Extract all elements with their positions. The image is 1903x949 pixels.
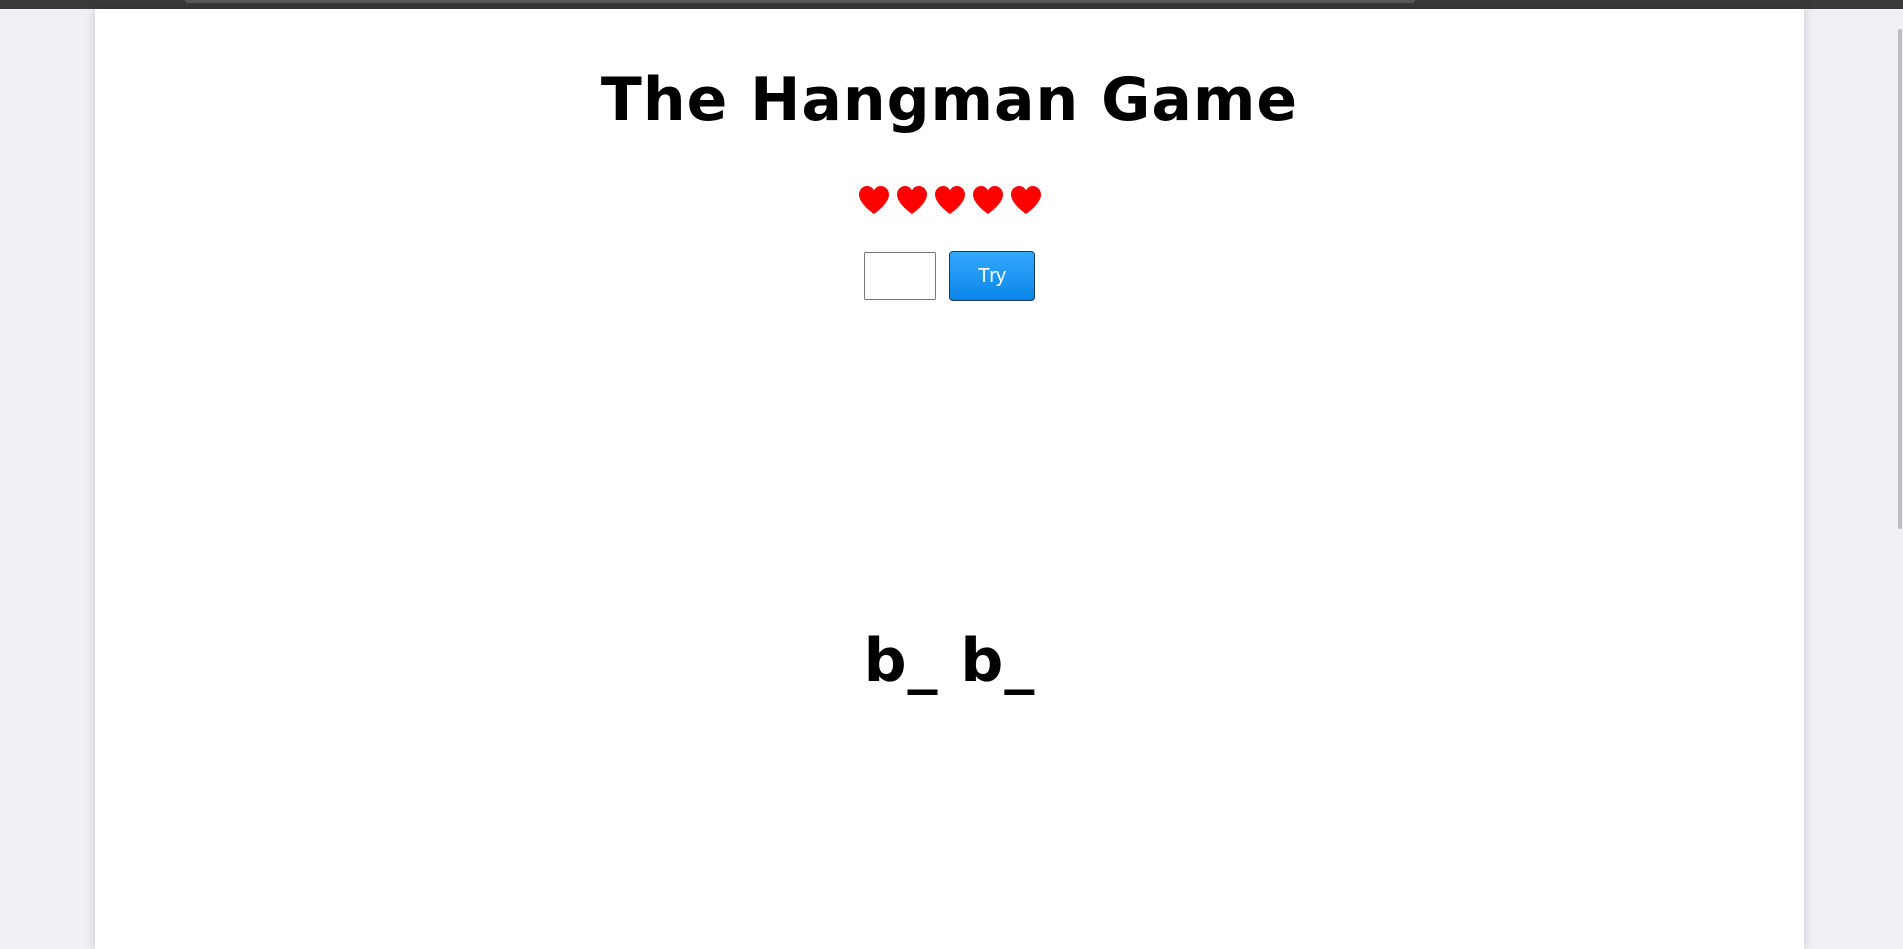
browser-top-bar <box>0 0 1903 9</box>
try-button[interactable]: Try <box>949 251 1035 301</box>
guess-form: Try <box>95 251 1804 301</box>
letter-input[interactable] <box>864 252 936 300</box>
heart-icon <box>896 186 927 214</box>
word-display: b_ b_ <box>863 626 1036 696</box>
heart-icon <box>934 186 965 214</box>
heart-icon <box>1010 186 1041 214</box>
heart-icon <box>858 186 889 214</box>
lives-display <box>95 185 1804 215</box>
page-scrollbar[interactable] <box>1897 9 1903 949</box>
heart-icon <box>972 186 1003 214</box>
page-title: The Hangman Game <box>600 65 1299 135</box>
scrollbar-thumb[interactable] <box>1898 29 1902 529</box>
game-container: The Hangman Game Try b_ b_ <box>95 9 1804 949</box>
browser-tab-strip <box>185 0 1415 3</box>
